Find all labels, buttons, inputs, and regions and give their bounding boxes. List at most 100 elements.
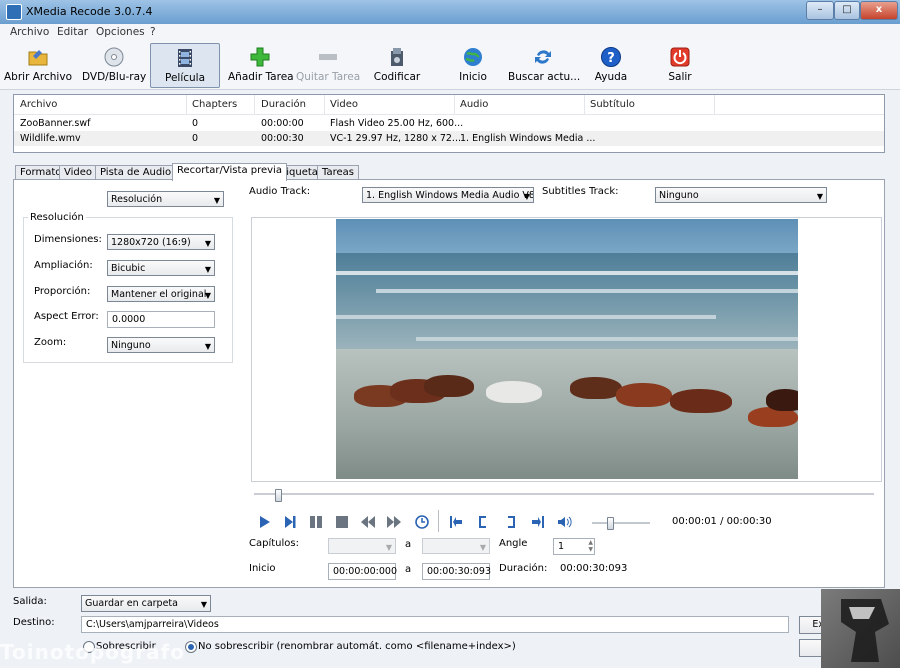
audio-track-label: Audio Track: (249, 186, 311, 197)
encode-label: Codificar (373, 71, 421, 83)
table-row[interactable]: Wildlife.wmv 0 00:00:30 VC-1 29.97 Hz, 1… (14, 131, 884, 146)
add-task-button[interactable]: Añadir Tarea (228, 43, 294, 86)
col-chapters[interactable]: Chapters (192, 99, 237, 110)
zoom-select[interactable]: Ninguno ▼ (107, 337, 215, 353)
chevron-down-icon: ▼ (204, 342, 211, 351)
remove-task-button[interactable]: Quitar Tarea (296, 43, 360, 86)
help-icon: ? (601, 47, 621, 67)
crop-mode-select[interactable]: Resolución ▼ (107, 191, 224, 207)
step-forward-icon[interactable] (282, 515, 298, 529)
dimensions-select[interactable]: 1280x720 (16:9) ▼ (107, 234, 215, 250)
chevron-down-icon: ▼ (200, 600, 207, 609)
table-row[interactable]: ZooBanner.swf 0 00:00:00 Flash Video 25.… (14, 116, 884, 131)
chevron-down-icon: ▼ (523, 192, 530, 201)
exit-button[interactable]: Salir (660, 43, 700, 86)
aspect-value: Mantener el original (111, 289, 207, 300)
open-file-button[interactable]: Abrir Archivo (4, 43, 72, 86)
file-list-header: Archivo Chapters Duración Video Audio Su… (14, 95, 884, 115)
angle-spinner[interactable]: 1 ▲ ▼ (553, 538, 595, 555)
col-audio[interactable]: Audio (460, 99, 488, 110)
tab-video[interactable]: Video (59, 165, 98, 180)
refresh-icon (535, 50, 551, 64)
menu-opciones[interactable]: Opciones (96, 26, 145, 38)
movie-button[interactable]: Película (150, 43, 220, 88)
disc-icon (104, 47, 124, 67)
audio-track-value: 1. English Windows Media Audio V8 1 (366, 190, 534, 201)
scaling-value: Bicubic (111, 263, 146, 274)
aspect-error-label: Aspect Error: (34, 311, 99, 322)
time-display: 00:00:01 / 00:00:30 (672, 516, 772, 527)
start-time-input[interactable]: 00:00:00:000 (328, 563, 397, 580)
no-overwrite-label: No sobrescribir (renombrar automát. como… (198, 641, 516, 652)
subtitles-track-select[interactable]: Ninguno ▼ (655, 187, 827, 203)
movie-label: Película (164, 72, 206, 84)
stop-icon[interactable] (334, 515, 350, 529)
close-button[interactable]: x (860, 1, 898, 20)
duration-label: Duración: (499, 563, 548, 574)
home-button[interactable]: Inicio (446, 43, 500, 86)
cell-chapters: 0 (192, 118, 199, 129)
clock-icon[interactable] (414, 515, 430, 529)
pause-icon[interactable] (308, 515, 324, 529)
minimize-button[interactable]: – (806, 1, 834, 20)
menu-archivo[interactable]: Archivo (10, 26, 49, 38)
range-to-label: a (405, 564, 412, 575)
scaling-select[interactable]: Bicubic ▼ (107, 260, 215, 276)
tab-tareas[interactable]: Tareas (317, 165, 359, 180)
cell-video: Flash Video 25.00 Hz, 600... (330, 118, 464, 129)
chevron-down-icon: ▼ (213, 196, 220, 205)
seek-bar[interactable] (254, 493, 874, 495)
check-updates-label: Buscar actu... (508, 71, 581, 83)
menu-editar[interactable]: Editar (57, 26, 88, 38)
tab-crop-preview[interactable]: Recortar/Vista previa (172, 163, 287, 181)
duration-value: 00:00:30:093 (560, 563, 628, 574)
goto-end-marker-icon[interactable] (530, 515, 546, 529)
dvd-bluray-button[interactable]: DVD/Blu-ray (82, 43, 146, 86)
aspect-error-input[interactable]: 0.0000 (107, 311, 215, 328)
col-duracion[interactable]: Duración (261, 99, 306, 110)
video-frame (336, 219, 798, 479)
audio-track-select[interactable]: 1. English Windows Media Audio V8 1 ▼ (362, 187, 534, 203)
volume-icon[interactable] (556, 515, 572, 529)
watermark-figure-icon (841, 599, 889, 662)
file-list: Archivo Chapters Duración Video Audio Su… (13, 94, 885, 153)
maximize-button[interactable]: □ (834, 1, 860, 20)
destination-input[interactable]: C:\Users\amjparreira\Videos (81, 616, 789, 633)
watermark-logo (821, 589, 900, 668)
set-start-marker-icon[interactable] (474, 515, 490, 529)
chapters-to-label: a (405, 539, 412, 550)
title-bar: XMedia Recode 3.0.7.4 – □ x (0, 0, 900, 24)
play-icon[interactable] (256, 515, 272, 529)
resolution-group-title: Resolución (28, 212, 86, 223)
chapter-end-select[interactable]: ▼ (422, 538, 490, 554)
help-button[interactable]: ? Ayuda (588, 43, 634, 86)
output-select[interactable]: Guardar en carpeta ▼ (81, 595, 211, 612)
cell-duration: 00:00:00 (261, 118, 304, 129)
scaling-label: Ampliación: (34, 260, 93, 271)
chapter-start-select[interactable]: ▼ (328, 538, 396, 554)
aspect-label: Proporción: (34, 286, 91, 297)
chevron-down-icon: ▼ (204, 239, 211, 248)
rewind-icon[interactable] (360, 515, 376, 529)
seek-thumb[interactable] (275, 489, 282, 502)
volume-thumb[interactable] (607, 517, 614, 530)
goto-start-marker-icon[interactable] (448, 515, 464, 529)
aspect-select[interactable]: Mantener el original ▼ (107, 286, 215, 302)
no-overwrite-radio[interactable] (185, 641, 197, 653)
col-video[interactable]: Video (330, 99, 358, 110)
dimensions-label: Dimensiones: (34, 234, 102, 245)
subtitles-track-label: Subtitles Track: (542, 186, 619, 197)
menu-help[interactable]: ? (150, 26, 156, 38)
col-subtitulo[interactable]: Subtítulo (590, 99, 635, 110)
volume-slider[interactable] (592, 522, 650, 524)
cell-file: ZooBanner.swf (20, 118, 91, 129)
globe-icon (464, 48, 482, 66)
col-archivo[interactable]: Archivo (20, 99, 57, 110)
end-time-input[interactable]: 00:00:30:093 (422, 563, 491, 580)
video-preview[interactable] (251, 217, 882, 482)
fast-forward-icon[interactable] (386, 515, 402, 529)
set-end-marker-icon[interactable] (504, 515, 520, 529)
subtitles-track-value: Ninguno (659, 190, 699, 201)
check-updates-button[interactable]: Buscar actu... (508, 43, 581, 86)
encode-button[interactable]: Codificar (368, 43, 426, 86)
